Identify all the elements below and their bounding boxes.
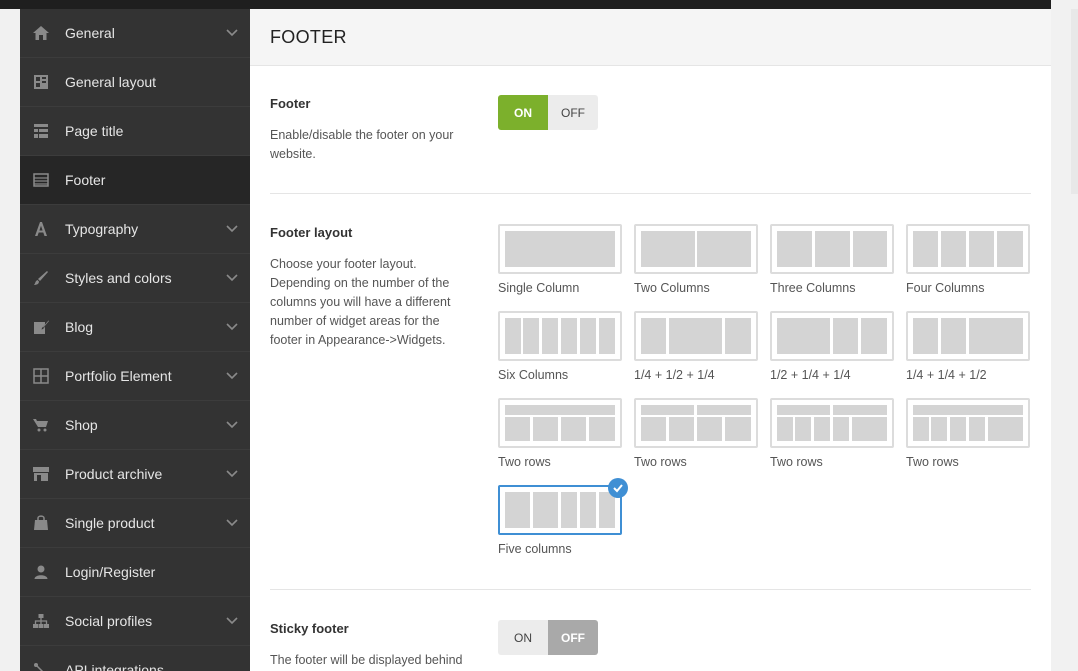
layout-preview (634, 224, 758, 274)
footer-layout-desc: Choose your footer layout. Depending on … (270, 257, 451, 347)
sidebar-item-label: Portfolio Element (65, 368, 172, 384)
check-icon (608, 478, 628, 498)
sticky-on-button[interactable]: ON (498, 620, 548, 655)
sidebar-item-single-product[interactable]: Single product (20, 499, 250, 548)
chevron-down-icon (224, 221, 240, 237)
page-title-icon (32, 122, 50, 140)
divider (270, 589, 1031, 590)
sidebar-item-label: Single product (65, 515, 155, 531)
layout-label: Three Columns (770, 281, 856, 295)
scrollbar[interactable] (1071, 9, 1078, 194)
user-icon (32, 563, 50, 581)
sticky-footer-desc: The footer will be displayed behind (270, 653, 463, 667)
sidebar-item-typography[interactable]: Typography (20, 205, 250, 254)
chevron-down-icon (224, 466, 240, 482)
layout-icon (32, 73, 50, 91)
footer-option-desc: Enable/disable the footer on your websit… (270, 128, 454, 161)
sidebar-item-label: Page title (65, 123, 124, 139)
sidebar-item-styles-colors[interactable]: Styles and colors (20, 254, 250, 303)
layout-label: Five columns (498, 542, 572, 556)
layout-preview (498, 485, 622, 535)
chevron-down-icon (224, 270, 240, 286)
layout-label: Two rows (634, 455, 687, 469)
sticky-off-button[interactable]: OFF (548, 620, 598, 655)
footer-off-button[interactable]: OFF (548, 95, 598, 130)
divider (270, 193, 1031, 194)
chevron-down-icon (224, 25, 240, 41)
sidebar-item-page-title[interactable]: Page title (20, 107, 250, 156)
sidebar-item-social-profiles[interactable]: Social profiles (20, 597, 250, 646)
plug-icon (32, 661, 50, 671)
sitemap-icon (32, 612, 50, 630)
layout-label: Single Column (498, 281, 580, 295)
layout-preview (770, 224, 894, 274)
bag-icon (32, 514, 50, 532)
layout-preview (906, 398, 1030, 448)
sidebar-item-label: API integrations (65, 662, 164, 671)
cart-icon (32, 416, 50, 434)
sidebar-item-label: General (65, 25, 115, 41)
sidebar-item-login-register[interactable]: Login/Register (20, 548, 250, 597)
layout-label: Four Columns (906, 281, 985, 295)
sidebar-item-label: Footer (65, 172, 106, 188)
footer-icon (32, 171, 50, 189)
footer-on-button[interactable]: ON (498, 95, 548, 130)
sidebar: General General layout Page title Footer… (20, 9, 250, 671)
sidebar-item-footer[interactable]: Footer (20, 156, 250, 205)
chevron-down-icon (224, 417, 240, 433)
sidebar-item-label: Social profiles (65, 613, 153, 629)
layout-label: 1/2 + 1/4 + 1/4 (770, 368, 851, 382)
typography-icon (32, 220, 50, 238)
chevron-down-icon (224, 515, 240, 531)
sticky-footer-title: Sticky footer (270, 621, 349, 636)
sidebar-item-label: Login/Register (65, 564, 156, 580)
sidebar-item-product-archive[interactable]: Product archive (20, 450, 250, 499)
brush-icon (32, 269, 50, 287)
sidebar-item-blog[interactable]: Blog (20, 303, 250, 352)
layout-preview (498, 398, 622, 448)
chevron-down-icon (224, 613, 240, 629)
blog-icon (32, 318, 50, 336)
chevron-down-icon (224, 319, 240, 335)
page-title: FOOTER (270, 27, 347, 47)
layout-label: Two rows (498, 455, 551, 469)
sticky-footer-toggle[interactable]: ON OFF (498, 620, 598, 655)
layout-preview (906, 224, 1030, 274)
layout-label: Six Columns (498, 368, 569, 382)
sidebar-item-general[interactable]: General (20, 9, 250, 58)
main-panel: FOOTER Footer Enable/disable the footer … (250, 9, 1051, 671)
sidebar-item-label: Typography (65, 221, 139, 237)
sidebar-item-portfolio[interactable]: Portfolio Element (20, 352, 250, 401)
layout-label: Two Columns (634, 281, 710, 295)
store-icon (32, 465, 50, 483)
layout-preview (770, 398, 894, 448)
top-bar (0, 0, 1051, 9)
sidebar-item-general-layout[interactable]: General layout (20, 58, 250, 107)
sidebar-item-label: Blog (65, 319, 94, 335)
layout-preview (498, 224, 622, 274)
layout-preview (634, 311, 758, 361)
sidebar-item-api-integrations[interactable]: API integrations (20, 646, 250, 671)
sidebar-item-label: Shop (65, 417, 98, 433)
sidebar-item-shop[interactable]: Shop (20, 401, 250, 450)
chevron-down-icon (224, 368, 240, 384)
layout-label: 1/4 + 1/2 + 1/4 (634, 368, 715, 382)
home-icon (32, 24, 50, 42)
grid-icon (32, 367, 50, 385)
layout-label: Two rows (906, 455, 959, 469)
page-header: FOOTER (250, 9, 1051, 66)
footer-toggle[interactable]: ON OFF (498, 95, 598, 130)
layout-label: Two rows (770, 455, 823, 469)
footer-option-title: Footer (270, 96, 311, 111)
sidebar-item-label: Styles and colors (65, 270, 172, 286)
footer-layout-title: Footer layout (270, 225, 353, 240)
layout-preview (906, 311, 1030, 361)
sidebar-item-label: General layout (65, 74, 157, 90)
layout-preview (770, 311, 894, 361)
layout-preview (498, 311, 622, 361)
sidebar-item-label: Product archive (65, 466, 163, 482)
layout-label: 1/4 + 1/4 + 1/2 (906, 368, 987, 382)
layout-preview (634, 398, 758, 448)
